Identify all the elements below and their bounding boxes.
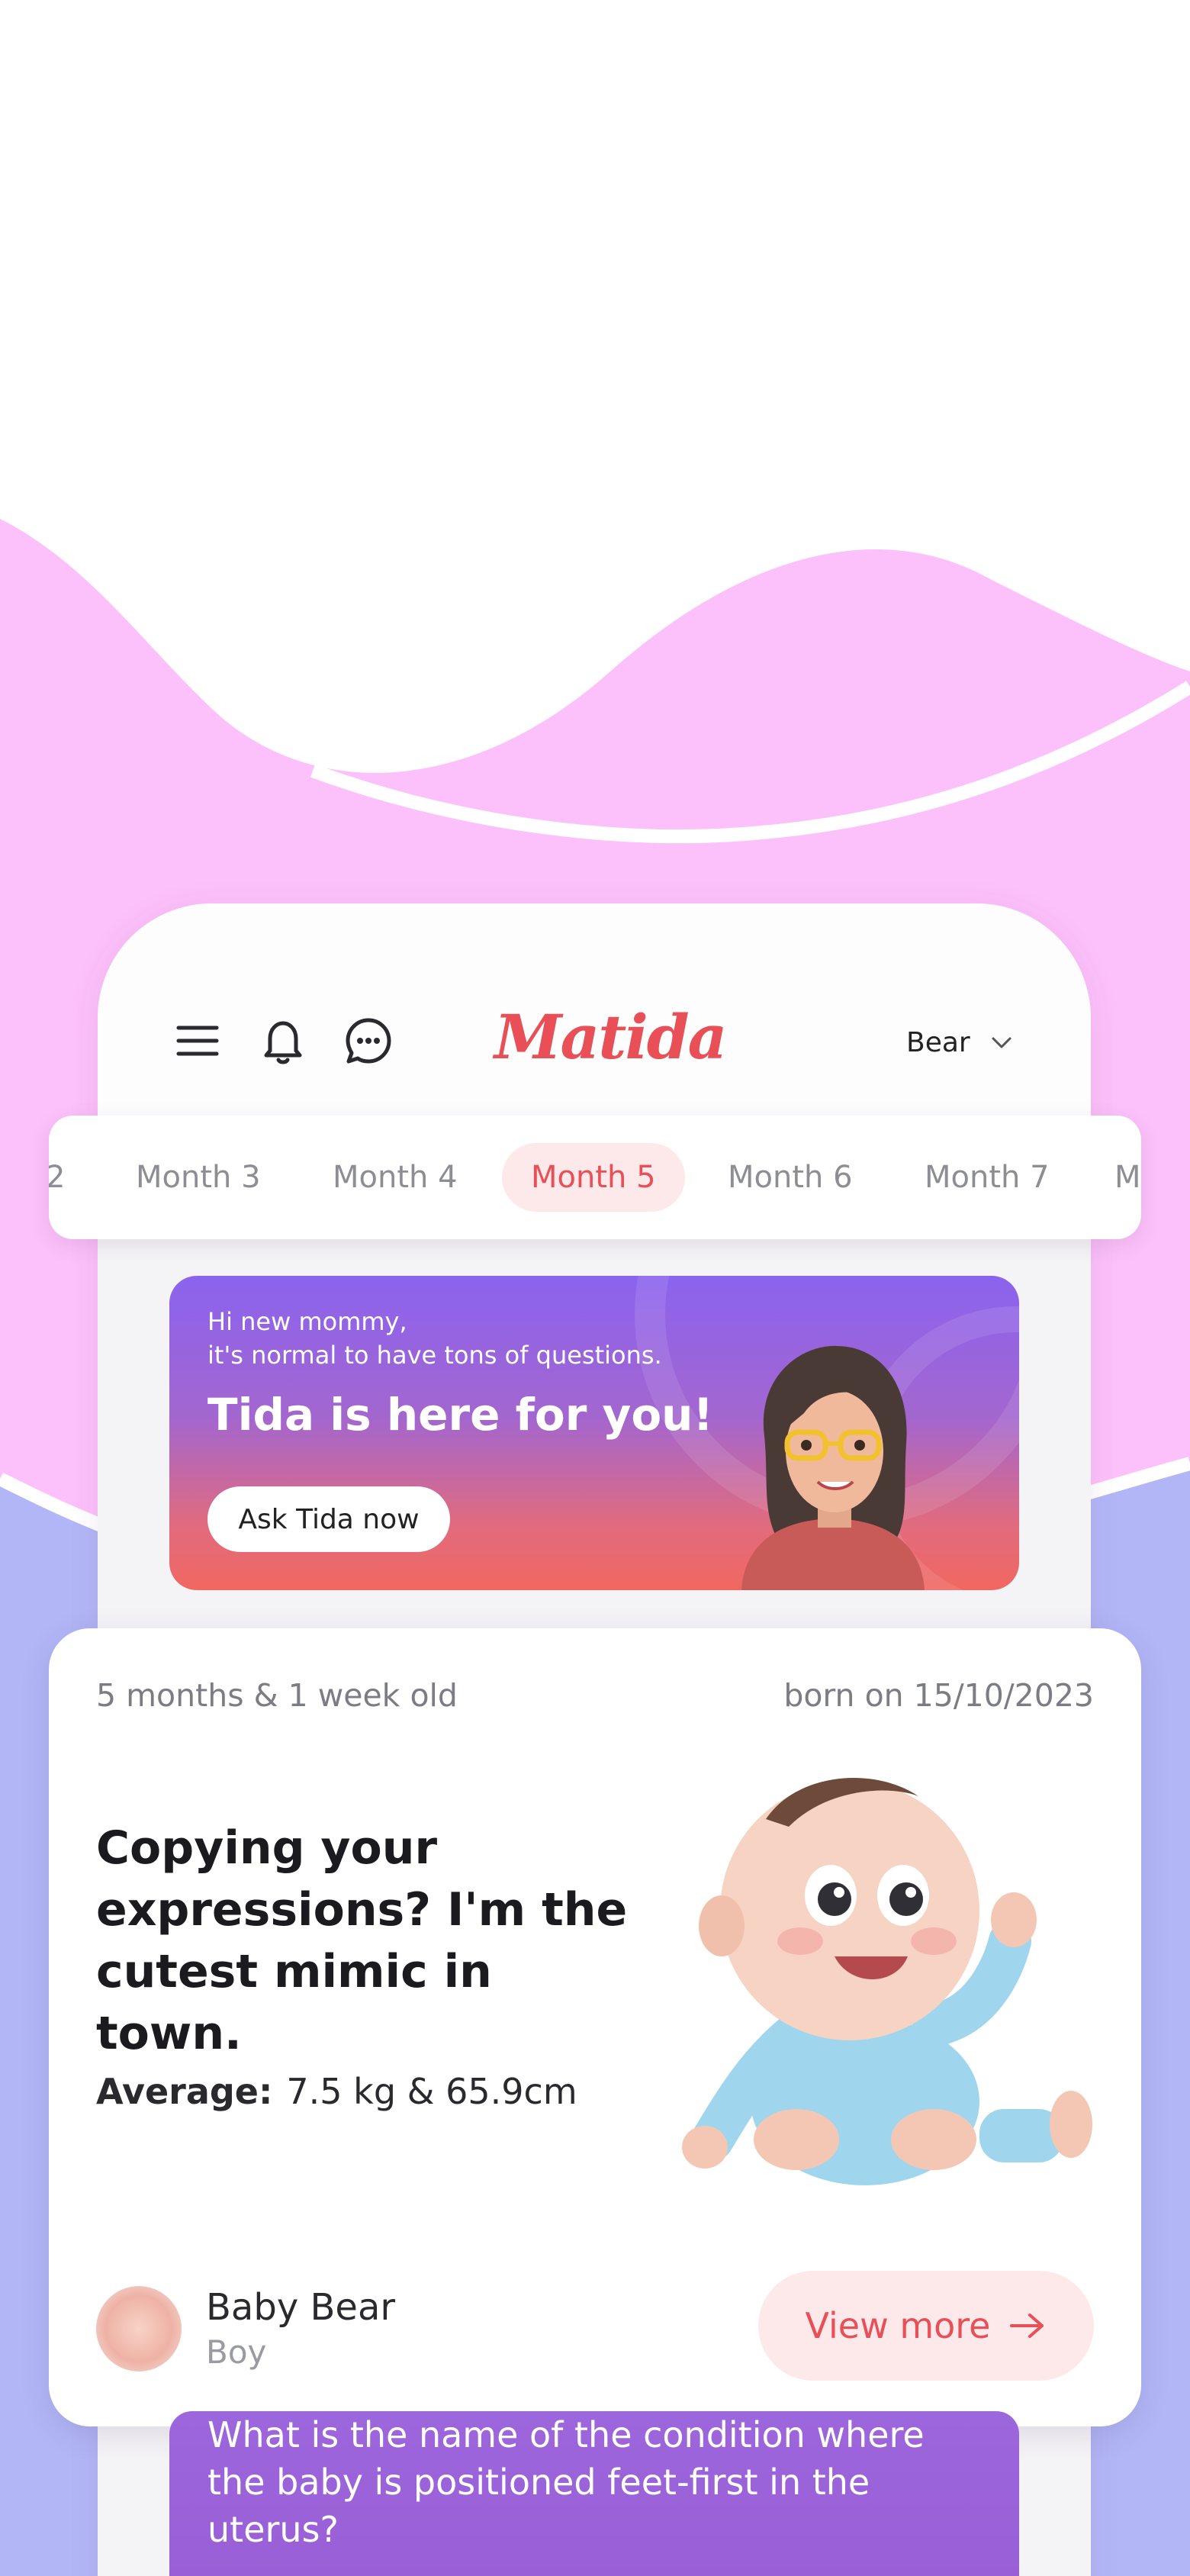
tida-assistant-avatar (741, 1345, 925, 1590)
average-value: 7.5 kg & 65.9cm (286, 2071, 577, 2112)
chat-bubble-icon[interactable] (342, 1014, 395, 1067)
baby-avatar[interactable] (96, 2286, 182, 2372)
baby-age: 5 months & 1 week old (96, 1677, 458, 1714)
quiz-question-text: What is the name of the condition where … (207, 2414, 925, 2550)
greeting-line-1: Hi new mommy, (207, 1307, 407, 1336)
greeting-line-2: it's normal to have tons of questions. (207, 1341, 662, 1370)
tab-month-3[interactable]: Month 3 (136, 1143, 261, 1212)
month-tab-strip[interactable]: 2 Month 3 Month 4 Month 5 Month 6 Month … (49, 1116, 1141, 1239)
baby-name: Baby Bear (206, 2286, 396, 2329)
average-label: Average: (96, 2071, 273, 2112)
average-stats: Average: 7.5 kg & 65.9cm (96, 2071, 577, 2112)
baby-birth-date: born on 15/10/2023 (783, 1677, 1094, 1714)
tab-month-7[interactable]: Month 7 (925, 1143, 1050, 1212)
tab-month-6[interactable]: Month 6 (728, 1143, 853, 1212)
app-logo: Matida (494, 1001, 728, 1073)
baby-gender: Boy (206, 2333, 267, 2371)
hamburger-menu-icon[interactable] (171, 1014, 224, 1067)
profile-switcher[interactable]: Bear (906, 1019, 1015, 1065)
baby-3d-illustration (682, 1778, 1092, 2185)
bell-icon[interactable] (256, 1014, 310, 1067)
view-more-label: View more (805, 2305, 991, 2346)
view-more-button[interactable]: View more (758, 2271, 1094, 2381)
quiz-question-card[interactable]: What is the name of the condition where … (169, 2411, 1019, 2576)
tida-banner[interactable]: Hi new mommy, it's normal to have tons o… (169, 1276, 1019, 1590)
arrow-right-icon (1010, 2314, 1044, 2338)
baby-info-card: 5 months & 1 week old born on 15/10/2023… (49, 1628, 1141, 2426)
tab-month-2[interactable]: 2 (49, 1143, 65, 1212)
chevron-down-icon (992, 1037, 1011, 1048)
banner-greeting: Hi new mommy, it's normal to have tons o… (207, 1305, 662, 1372)
tab-month-4[interactable]: Month 4 (333, 1143, 458, 1212)
app-header: Matida Bear (98, 903, 1091, 1125)
milestone-headline: Copying your expressions? I'm the cutest… (96, 1821, 628, 2060)
banner-title: Tida is here for you! (207, 1389, 713, 1441)
tab-month-8[interactable]: M (1114, 1143, 1141, 1212)
ask-tida-button[interactable]: Ask Tida now (207, 1486, 450, 1552)
tab-month-5[interactable]: Month 5 (502, 1143, 685, 1212)
profile-name: Bear (906, 1026, 970, 1058)
